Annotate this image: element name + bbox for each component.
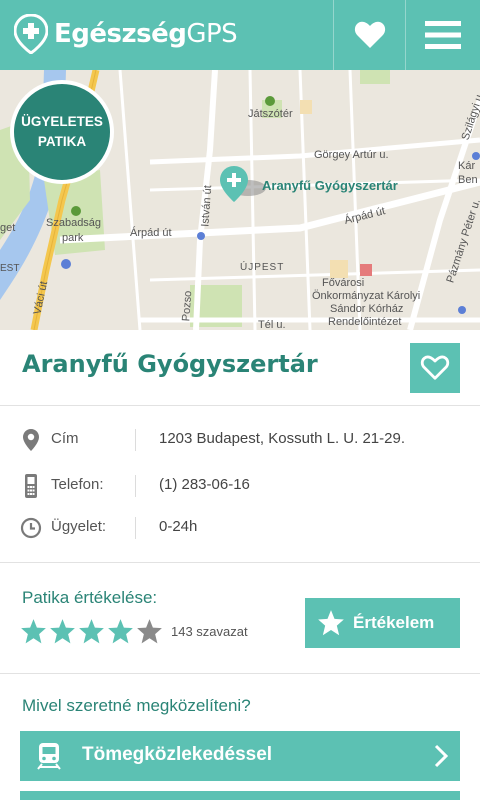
map-label-fovarosi-2: Önkormányzat Károlyi — [312, 290, 421, 302]
logo-text: EgészségGPS — [54, 19, 238, 49]
favorites-button[interactable] — [333, 0, 405, 70]
train-icon — [37, 743, 61, 770]
approach-question: Mivel szeretné megközelíteni? — [22, 696, 251, 715]
clock-icon — [20, 517, 42, 539]
public-transport-button[interactable]: Tömegközlekedéssel — [20, 731, 460, 781]
info-divider — [135, 517, 136, 539]
map-label-arpad-left: Árpád út — [130, 227, 172, 239]
app-logo[interactable]: EgészségGPS — [14, 14, 238, 54]
heart-outline-icon — [420, 355, 450, 380]
logo-text-bold: Egészség — [54, 19, 187, 49]
public-transport-label: Tömegközlekedéssel — [82, 744, 273, 765]
heart-icon — [354, 21, 385, 48]
map-pin-label[interactable]: Aranyfű Gyógyszertár — [262, 178, 398, 193]
star-rating: 143 szavazat — [20, 618, 248, 645]
logo-text-light: GPS — [186, 19, 238, 49]
menu-button[interactable] — [405, 0, 480, 70]
address-label: Cím — [51, 430, 79, 447]
map-label-fovarosi-3: Sándor Kórház — [330, 303, 404, 315]
map-label-fovarosi-1: Fővárosi — [322, 277, 365, 289]
app-header: EgészségGPS — [0, 0, 480, 70]
phone-label: Telefon: — [51, 476, 104, 493]
star-empty-icon — [137, 619, 162, 644]
map-label-est: EST — [0, 263, 20, 274]
map-label-tel: Tél u. — [258, 319, 286, 330]
add-favorite-button[interactable] — [410, 343, 460, 393]
info-row-address: Cím 1203 Budapest, Kossuth L. U. 21-29. — [0, 420, 480, 460]
info-row-phone: Telefon: (1) 283-06-16 — [0, 466, 480, 506]
on-duty-value: 0-24h — [159, 518, 198, 535]
phone-icon — [25, 474, 37, 498]
badge-line-2: PATIKA — [37, 134, 87, 149]
map-label-pozso: Pozso — [180, 290, 195, 322]
rate-button[interactable]: Értékelem — [305, 598, 460, 648]
map-label-kara-1: Kár — [458, 160, 476, 172]
map-label-gorgey: Görgey Artúr u. — [314, 149, 389, 161]
location-pin-icon — [23, 429, 39, 451]
info-divider — [135, 429, 136, 451]
map-label-jatszoter: Játszótér — [248, 108, 293, 120]
map-label-fovarosi-4: Rendelőintézet — [328, 316, 402, 328]
vote-count: 143 szavazat — [171, 624, 248, 639]
star-filled-icon — [21, 619, 46, 644]
rate-button-label: Értékelem — [353, 613, 435, 632]
chevron-right-icon — [434, 744, 448, 768]
rating-section: Patika értékelése: 143 szavazat Értékele… — [0, 564, 480, 674]
on-duty-pharmacy-badge: ÜGYELETES PATIKA — [10, 80, 114, 184]
star-icon — [318, 610, 344, 636]
map-label-szabadsag: Szabadság — [46, 217, 102, 229]
map-label-ujpest: ÚJPEST — [240, 262, 285, 273]
badge-line-1: ÜGYELETES — [21, 114, 103, 129]
star-filled-icon — [50, 619, 75, 644]
address-value[interactable]: 1203 Budapest, Kossuth L. U. 21-29. — [159, 430, 405, 447]
map-view[interactable]: Játszótér Görgey Artúr u. Aranyfű Gyógys… — [0, 70, 480, 330]
rating-label: Patika értékelése: — [22, 588, 158, 607]
logo-pin-icon — [14, 14, 48, 54]
map-label-kara-2: Ben — [458, 174, 478, 186]
phone-value[interactable]: (1) 283-06-16 — [159, 476, 250, 493]
pharmacy-info: Cím 1203 Budapest, Kossuth L. U. 21-29. … — [0, 407, 480, 563]
info-row-on-duty: Ügyelet: 0-24h — [0, 508, 480, 548]
next-route-button[interactable] — [20, 791, 460, 800]
map-label-park: park — [62, 232, 84, 244]
star-filled-icon — [79, 619, 104, 644]
pharmacy-name: Aranyfű Gyógyszertár — [22, 350, 318, 378]
star-filled-icon — [108, 619, 133, 644]
pharmacy-title-row: Aranyfű Gyógyszertár — [0, 330, 480, 406]
map-label-get: get — [0, 222, 16, 234]
info-divider — [135, 475, 136, 497]
on-duty-label: Ügyelet: — [51, 518, 107, 535]
hamburger-menu-icon — [425, 21, 461, 49]
